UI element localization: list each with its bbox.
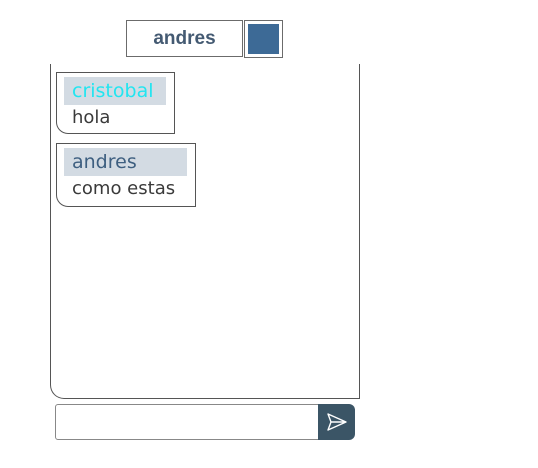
- send-icon: [326, 413, 347, 431]
- message-item: cristobal hola: [56, 72, 175, 134]
- user-color-picker[interactable]: [244, 20, 283, 58]
- message-text: hola: [72, 107, 111, 128]
- chat-messages-panel[interactable]: cristobal hola andres como estas: [50, 64, 360, 399]
- send-button[interactable]: [318, 404, 355, 440]
- username-label: andres: [126, 20, 243, 57]
- message-sender: andres: [64, 148, 187, 176]
- message-text: como estas: [72, 178, 176, 199]
- message-sender: cristobal: [64, 77, 166, 105]
- username-text: andres: [153, 27, 216, 49]
- user-color-swatch[interactable]: [248, 24, 279, 54]
- message-input[interactable]: [55, 404, 319, 440]
- message-item: andres como estas: [56, 143, 196, 207]
